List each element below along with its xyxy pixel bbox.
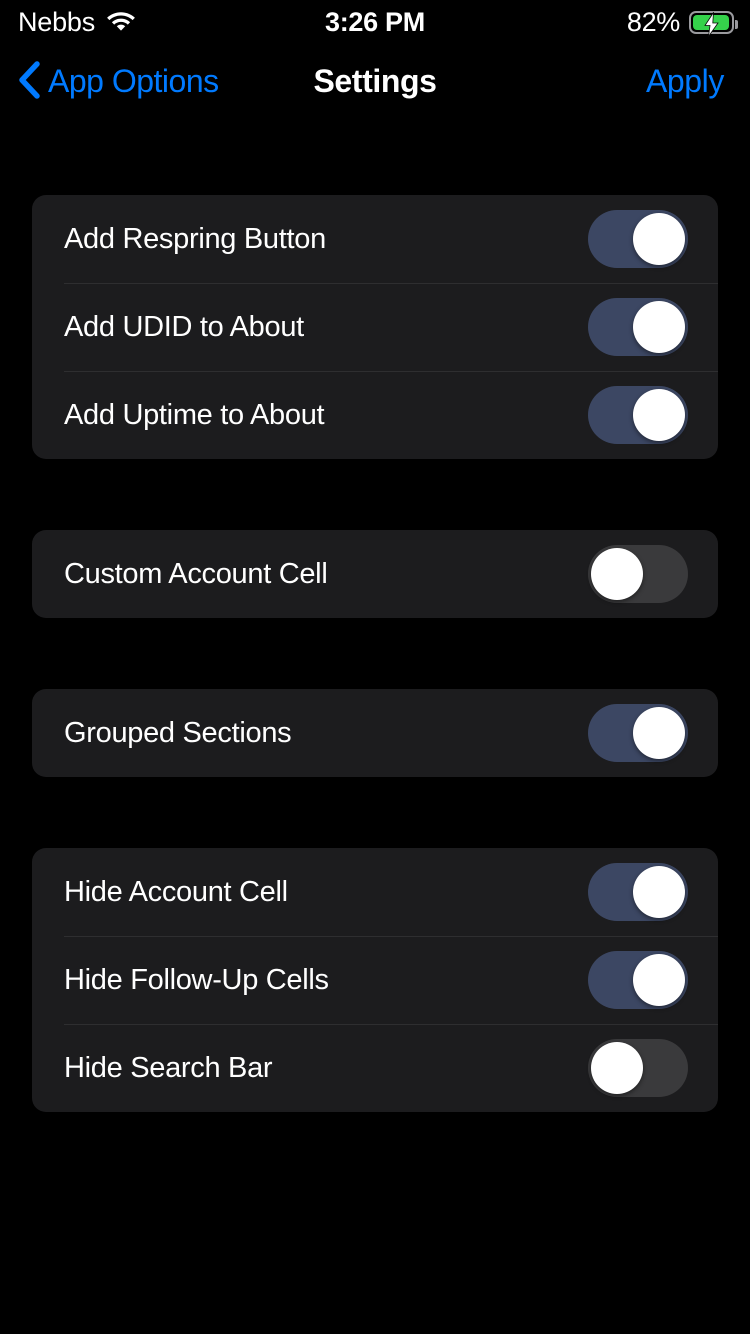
toggle-knob: [633, 301, 685, 353]
settings-row-label: Add Respring Button: [64, 222, 326, 255]
toggle-hide-account-cell[interactable]: [588, 863, 688, 921]
settings-row[interactable]: Add UDID to About: [32, 283, 718, 371]
battery-charging-icon: [689, 10, 738, 37]
toggle-grouped-sections[interactable]: [588, 704, 688, 762]
toggle-knob: [633, 866, 685, 918]
page-title: Settings: [313, 62, 437, 99]
settings-screen: Nebbs 3:26 PM 82% App Options Settings A…: [0, 0, 750, 1334]
status-bar-clock: 3:26 PM: [325, 6, 425, 37]
toggle-knob: [633, 389, 685, 441]
settings-row-label: Hide Follow-Up Cells: [64, 963, 329, 996]
battery-percentage: 82%: [626, 6, 680, 37]
toggle-knob: [591, 1042, 643, 1094]
settings-group: Custom Account Cell: [32, 530, 718, 618]
toggle-custom-account-cell[interactable]: [588, 545, 688, 603]
toggle-knob: [633, 213, 685, 265]
status-bar: Nebbs 3:26 PM 82%: [0, 0, 750, 44]
toggle-knob: [633, 954, 685, 1006]
settings-row[interactable]: Add Uptime to About: [32, 371, 718, 459]
settings-row[interactable]: Custom Account Cell: [32, 530, 718, 618]
toggle-add-udid-to-about[interactable]: [588, 298, 688, 356]
status-bar-right: 82%: [626, 0, 738, 44]
settings-row[interactable]: Hide Search Bar: [32, 1024, 718, 1112]
settings-group: Grouped Sections: [32, 689, 718, 777]
toggle-knob: [633, 707, 685, 759]
settings-row[interactable]: Hide Account Cell: [32, 848, 718, 936]
toggle-hide-search-bar[interactable]: [588, 1039, 688, 1097]
navigation-bar: App Options Settings Apply: [0, 44, 750, 118]
toggle-knob: [591, 548, 643, 600]
settings-row-label: Add Uptime to About: [64, 398, 325, 431]
settings-row-label: Custom Account Cell: [64, 557, 328, 590]
settings-row-label: Grouped Sections: [64, 716, 292, 749]
toggle-hide-follow-up-cells[interactable]: [588, 951, 688, 1009]
settings-list: Add Respring Button Add UDID to About Ad…: [0, 118, 750, 1112]
settings-row-label: Hide Account Cell: [64, 875, 288, 908]
settings-group: Add Respring Button Add UDID to About Ad…: [32, 195, 718, 459]
settings-row-label: Add UDID to About: [64, 310, 304, 343]
apply-button[interactable]: Apply: [646, 44, 724, 118]
settings-row[interactable]: Hide Follow-Up Cells: [32, 936, 718, 1024]
settings-row[interactable]: Grouped Sections: [32, 689, 718, 777]
toggle-add-uptime-to-about[interactable]: [588, 386, 688, 444]
lightning-bolt-icon: [703, 10, 720, 42]
settings-row-label: Hide Search Bar: [64, 1051, 273, 1084]
settings-row[interactable]: Add Respring Button: [32, 195, 718, 283]
toggle-add-respring-button[interactable]: [588, 210, 688, 268]
settings-group: Hide Account Cell Hide Follow-Up Cells H…: [32, 848, 718, 1112]
